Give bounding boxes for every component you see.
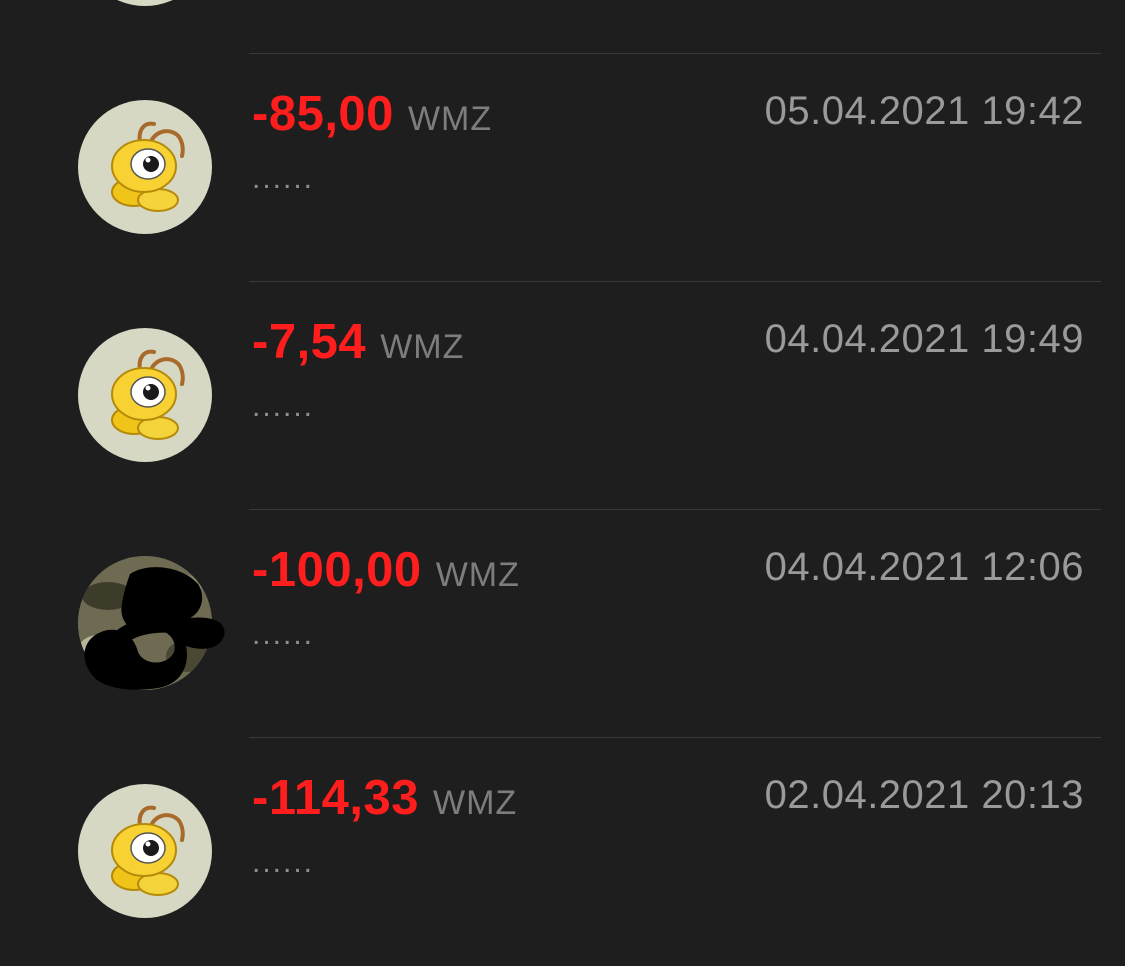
transaction-datetime: 05.04.2021 19:42: [764, 89, 1084, 133]
transaction-row[interactable]: -100,00 WMZ 04.04.2021 12:06 ......: [0, 510, 1125, 738]
transaction-row[interactable]: -114,33 WMZ 02.04.2021 20:13 ......: [0, 738, 1125, 966]
webmoney-ant-icon: [78, 328, 212, 462]
transaction-row[interactable]: -7,54 WMZ 04.04.2021 19:49 ......: [0, 282, 1125, 510]
amount: -114,33: [252, 771, 419, 825]
webmoney-ant-icon: [78, 100, 212, 234]
currency-label: WMZ: [380, 328, 465, 366]
currency-label: WMZ: [407, 100, 493, 138]
amount: -100,00: [252, 543, 422, 597]
transaction-note: ......: [252, 846, 315, 879]
amount-line: -114,33 WMZ: [252, 770, 517, 826]
transaction-note: ......: [252, 162, 315, 195]
amount: -7,54: [252, 315, 367, 369]
amount-line: -85,00 WMZ: [252, 86, 492, 142]
transaction-datetime: 02.04.2021 20:13: [764, 773, 1084, 817]
transaction-datetime: 04.04.2021 12:06: [764, 545, 1084, 589]
transaction-note: ......: [252, 390, 315, 423]
webmoney-ant-icon: [78, 784, 212, 918]
amount: -85,00: [252, 87, 394, 141]
transaction-row[interactable]: -85,00 WMZ 05.04.2021 19:42 ......: [0, 54, 1125, 282]
transaction-datetime: 04.04.2021 19:49: [764, 317, 1084, 361]
transaction-note: ......: [252, 618, 315, 651]
previous-row-avatar[interactable]: [78, 0, 212, 6]
transaction-list: -85,00 WMZ 05.04.2021 19:42 ...... -7,54 W…: [0, 0, 1125, 923]
currency-label: WMZ: [435, 556, 520, 594]
amount-line: -7,54 WMZ: [252, 314, 464, 370]
amount-line: -100,00 WMZ: [252, 542, 520, 598]
redacted-photo-avatar: [78, 556, 225, 690]
currency-label: WMZ: [433, 784, 518, 822]
